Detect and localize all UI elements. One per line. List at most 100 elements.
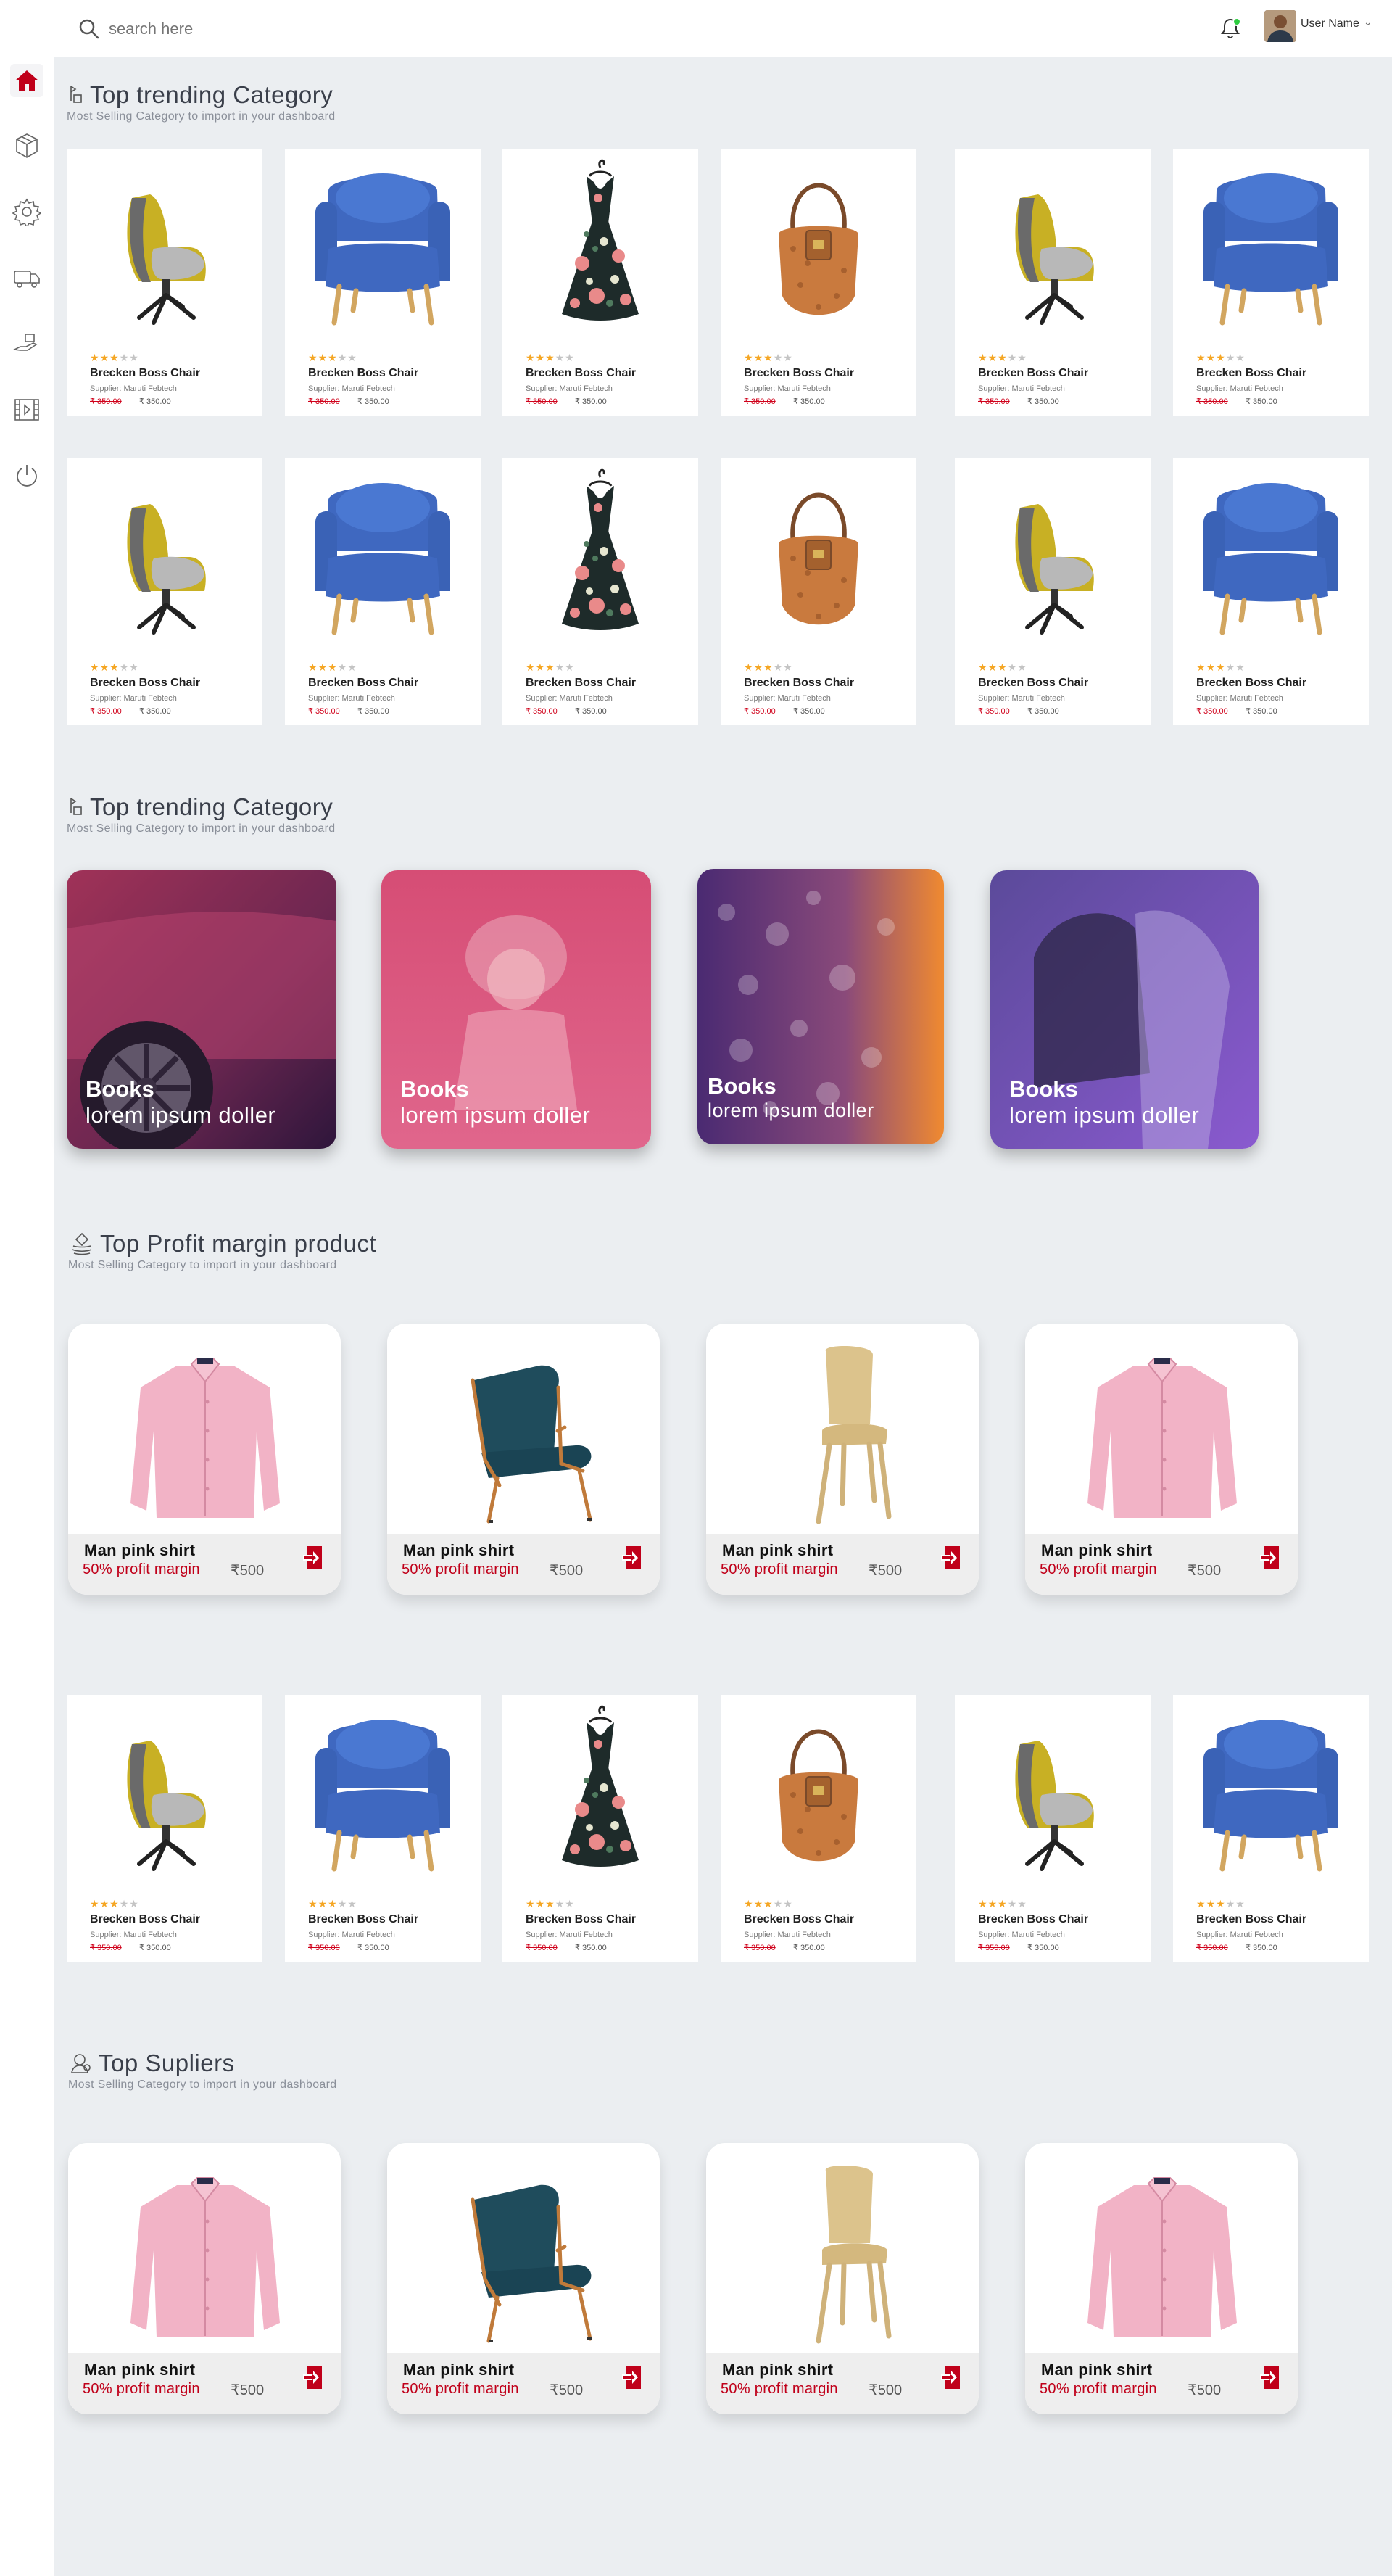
product-supplier: Supplier: Maruti Febtech — [526, 384, 613, 393]
import-icon[interactable] — [1259, 1545, 1282, 1571]
import-icon[interactable] — [302, 2364, 325, 2390]
product-old-price: ₹ 350.00 — [744, 397, 776, 406]
star-icon: ★ — [753, 352, 764, 363]
import-icon[interactable] — [940, 1545, 963, 1571]
margin-product-card[interactable]: Man pink shirt 50% profit margin ₹500 — [706, 1324, 979, 1595]
product-card[interactable]: ★★★★★ Brecken Boss Chair Supplier: Marut… — [285, 149, 481, 416]
sidebar-item-logout[interactable] — [10, 459, 44, 492]
search-icon — [79, 19, 99, 39]
product-price: ₹ 350.00 — [1246, 397, 1277, 406]
film-icon — [14, 399, 39, 421]
profit-margin: 50% profit margin — [721, 1561, 838, 1577]
product-name: Man pink shirt — [84, 2361, 196, 2379]
sidebar-item-suppliers[interactable] — [10, 327, 44, 360]
product-supplier: Supplier: Maruti Febtech — [90, 1931, 177, 1939]
product-old-price: ₹ 350.00 — [978, 1944, 1010, 1952]
margin-product-card[interactable]: Man pink shirt 50% profit margin ₹500 — [387, 1324, 660, 1595]
search-input[interactable] — [109, 20, 341, 38]
product-image — [130, 1358, 280, 1518]
product-card[interactable]: ★★★★★ Brecken Boss Chair Supplier: Marut… — [955, 149, 1151, 416]
product-card[interactable]: ★★★★★ Brecken Boss Chair Supplier: Marut… — [1173, 458, 1369, 725]
category-card-cars[interactable]: Books lorem ipsum doller — [67, 870, 336, 1149]
product-card[interactable]: ★★★★★ Brecken Boss Chair Supplier: Marut… — [67, 458, 262, 725]
product-image — [562, 1705, 639, 1867]
star-icon: ★ — [978, 352, 988, 363]
product-card[interactable]: ★★★★★ Brecken Boss Chair Supplier: Marut… — [67, 149, 262, 416]
product-card[interactable]: ★★★★★ Brecken Boss Chair Supplier: Marut… — [1173, 1695, 1369, 1962]
import-icon[interactable] — [621, 1545, 644, 1571]
product-card[interactable]: ★★★★★ Brecken Boss Chair Supplier: Marut… — [955, 458, 1151, 725]
product-old-price: ₹ 350.00 — [526, 1944, 558, 1952]
product-supplier: Supplier: Maruti Febtech — [90, 694, 177, 703]
category-card-home[interactable]: Books lorem ipsum doller — [697, 869, 944, 1144]
import-icon[interactable] — [302, 1545, 325, 1571]
product-name: Man pink shirt — [1041, 2361, 1153, 2379]
margin-product-card[interactable]: Man pink shirt 50% profit margin ₹500 — [1025, 1324, 1298, 1595]
product-old-price: ₹ 350.00 — [1196, 397, 1228, 406]
search-box[interactable] — [78, 15, 368, 44]
sidebar-item-settings[interactable] — [10, 195, 44, 228]
product-supplier: Supplier: Maruti Febtech — [308, 1931, 395, 1939]
product-card[interactable]: ★★★★★ Brecken Boss Chair Supplier: Marut… — [502, 458, 698, 725]
product-image — [779, 1729, 858, 1862]
avatar[interactable] — [1264, 10, 1296, 42]
category-card-kids[interactable]: Books lorem ipsum doller — [381, 870, 651, 1149]
user-icon — [71, 2054, 91, 2073]
star-icon: ★ — [998, 1898, 1008, 1910]
notification-bell[interactable] — [1218, 16, 1243, 41]
star-icon: ★ — [308, 661, 318, 673]
margin-product-card[interactable]: Man pink shirt 50% profit margin ₹500 — [706, 2143, 979, 2414]
gear-icon — [12, 198, 41, 226]
sidebar-item-shipping[interactable] — [10, 261, 44, 294]
sidebar-item-media[interactable] — [10, 393, 44, 426]
product-card[interactable]: ★★★★★ Brecken Boss Chair Supplier: Marut… — [285, 458, 481, 725]
star-icon: ★ — [308, 352, 318, 363]
product-price: ₹ 350.00 — [1246, 707, 1277, 716]
product-image — [1088, 1358, 1237, 1518]
star-icon: ★ — [773, 1898, 784, 1910]
product-supplier: Supplier: Maruti Febtech — [1196, 694, 1283, 703]
product-card[interactable]: ★★★★★ Brecken Boss Chair Supplier: Marut… — [721, 149, 916, 416]
star-icon: ★ — [109, 1898, 120, 1910]
product-name: Man pink shirt — [403, 2361, 515, 2379]
category-title: Books — [86, 1076, 154, 1102]
user-menu[interactable]: User Name ⌄ — [1301, 16, 1372, 30]
sidebar-item-products[interactable] — [10, 129, 44, 162]
margin-product-card[interactable]: Man pink shirt 50% profit margin ₹500 — [387, 2143, 660, 2414]
product-card[interactable]: ★★★★★ Brecken Boss Chair Supplier: Marut… — [955, 1695, 1151, 1962]
sidebar-item-home[interactable] — [10, 64, 44, 97]
product-card[interactable]: ★★★★★ Brecken Boss Chair Supplier: Marut… — [502, 1695, 698, 1962]
import-icon[interactable] — [621, 2364, 644, 2390]
product-price: ₹500 — [1188, 1563, 1222, 1579]
star-icon: ★ — [318, 661, 328, 673]
section-title-suppliers: Top Supliers — [70, 2049, 235, 2077]
product-card[interactable]: ★★★★★ Brecken Boss Chair Supplier: Marut… — [285, 1695, 481, 1962]
product-image — [1088, 2177, 1237, 2337]
star-icon: ★ — [535, 661, 546, 673]
product-card[interactable]: ★★★★★ Brecken Boss Chair Supplier: Marut… — [67, 1695, 262, 1962]
product-name: Brecken Boss Chair — [744, 677, 855, 689]
star-icon: ★ — [1235, 352, 1246, 363]
import-icon[interactable] — [940, 2364, 963, 2390]
import-icon[interactable] — [1259, 2364, 1282, 2390]
product-price: ₹ 350.00 — [1246, 1944, 1277, 1952]
product-supplier: Supplier: Maruti Febtech — [308, 384, 395, 393]
product-card[interactable]: ★★★★★ Brecken Boss Chair Supplier: Marut… — [721, 1695, 916, 1962]
product-supplier: Supplier: Maruti Febtech — [1196, 1931, 1283, 1939]
product-name: Man pink shirt — [1041, 1541, 1153, 1559]
product-image — [315, 1720, 450, 1872]
product-supplier: Supplier: Maruti Febtech — [978, 384, 1065, 393]
product-name: Brecken Boss Chair — [744, 1913, 855, 1925]
star-icon: ★ — [347, 1898, 357, 1910]
margin-product-card[interactable]: Man pink shirt 50% profit margin ₹500 — [1025, 2143, 1298, 2414]
category-card-bags[interactable]: Books lorem ipsum doller — [990, 870, 1259, 1149]
profit-margin: 50% profit margin — [83, 2381, 200, 2397]
product-image — [1015, 1741, 1094, 1871]
product-card[interactable]: ★★★★★ Brecken Boss Chair Supplier: Marut… — [721, 458, 916, 725]
product-price: ₹ 350.00 — [1027, 397, 1059, 406]
product-image — [816, 1346, 892, 1524]
margin-product-card[interactable]: Man pink shirt 50% profit margin ₹500 — [68, 1324, 341, 1595]
product-card[interactable]: ★★★★★ Brecken Boss Chair Supplier: Marut… — [502, 149, 698, 416]
margin-product-card[interactable]: Man pink shirt 50% profit margin ₹500 — [68, 2143, 341, 2414]
product-card[interactable]: ★★★★★ Brecken Boss Chair Supplier: Marut… — [1173, 149, 1369, 416]
